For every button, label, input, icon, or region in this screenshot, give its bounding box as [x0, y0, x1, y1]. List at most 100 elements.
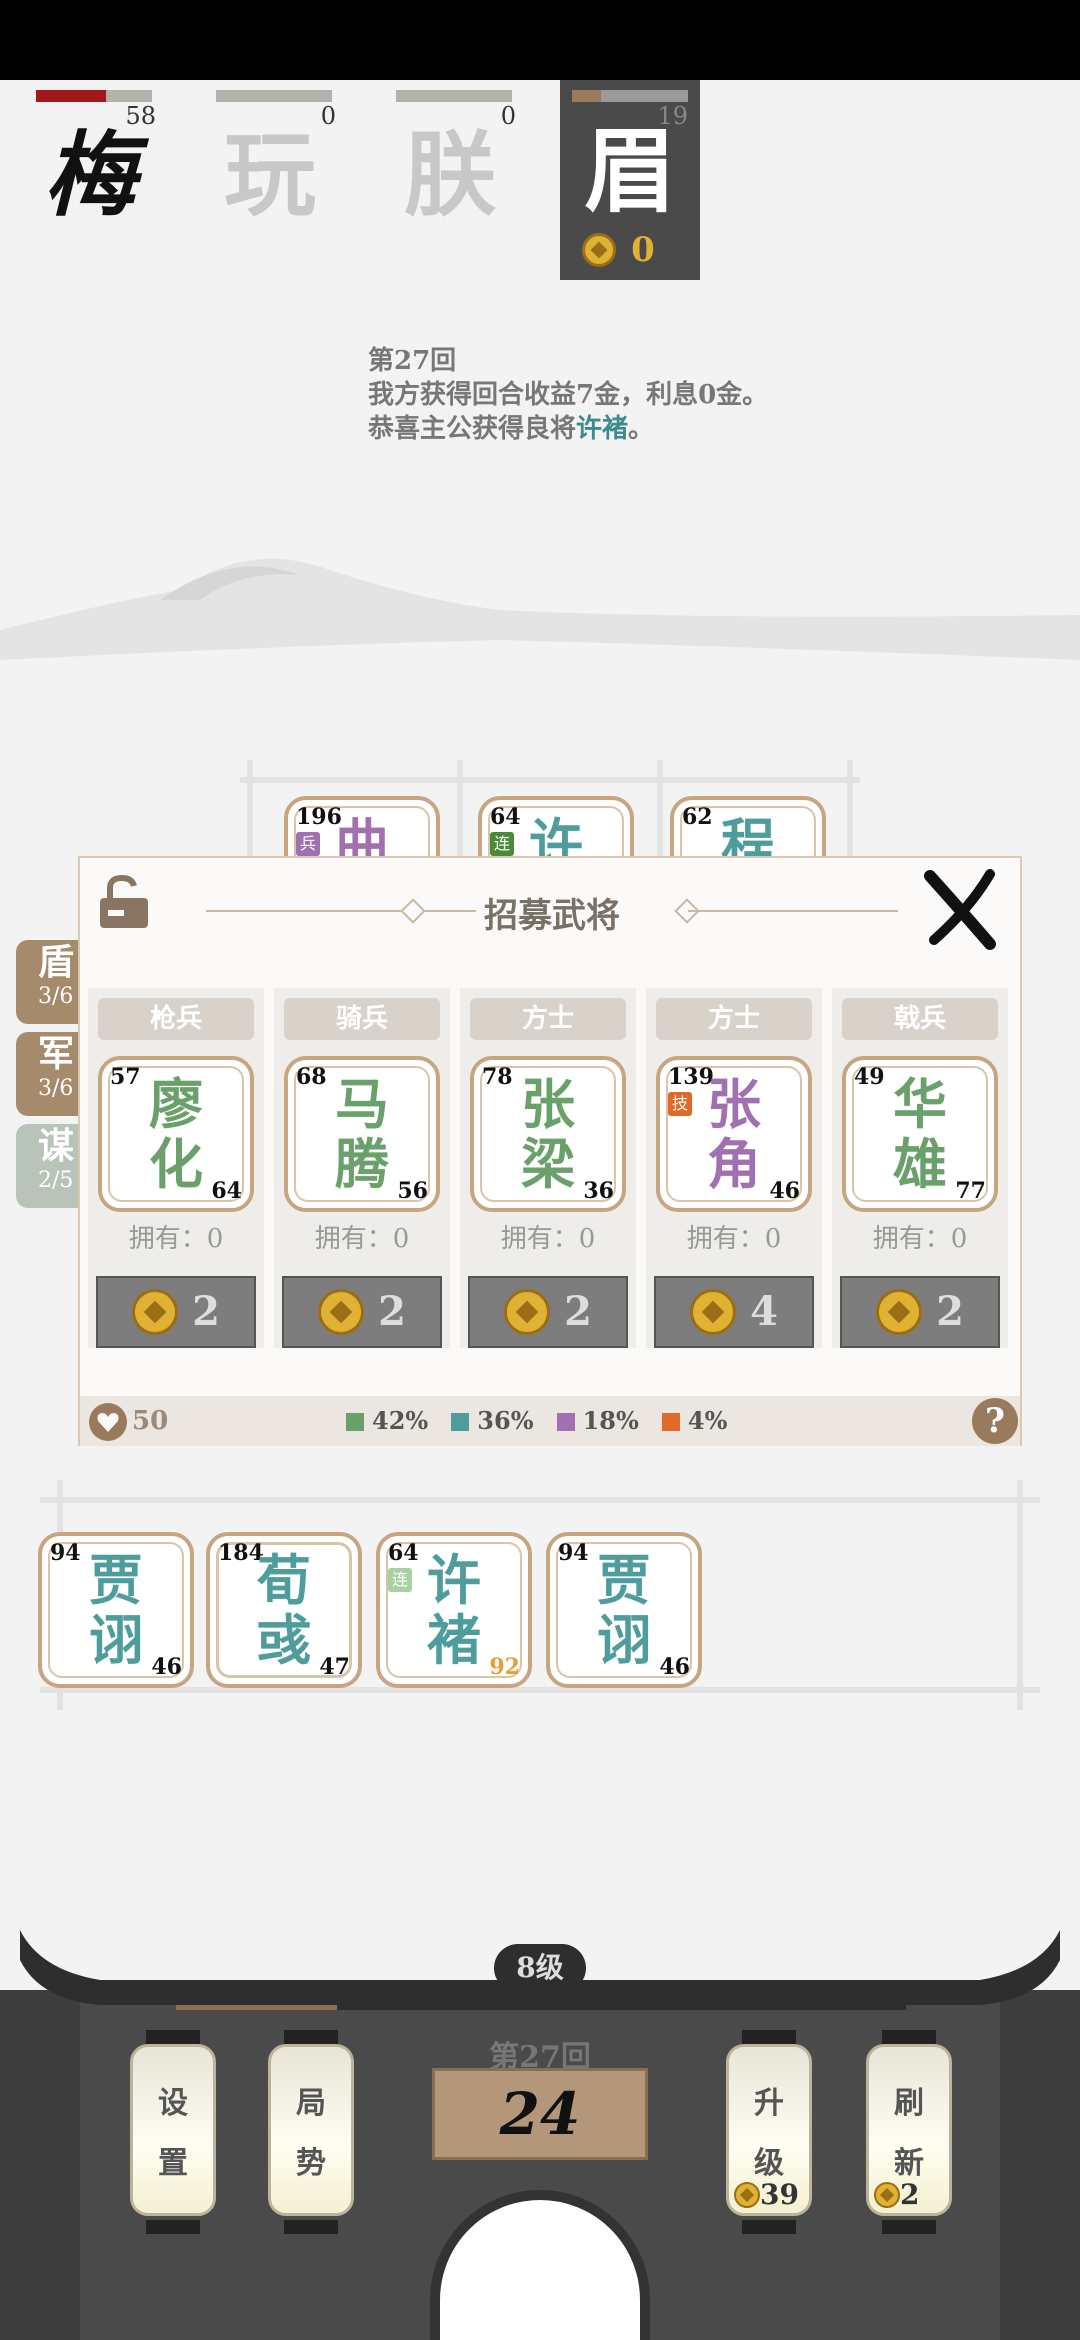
dialog-title: 招募武将: [484, 896, 620, 936]
unit-type-label: 方士: [656, 998, 812, 1040]
refresh-cost: 2: [874, 2176, 919, 2211]
recruit-slot: 骑兵 68 马腾 56 拥有：0 2: [274, 988, 450, 1348]
lantern-cap: [284, 2220, 338, 2234]
player-card-2[interactable]: 0 朕: [370, 80, 530, 280]
unit-type-label: 戟兵: [842, 998, 998, 1040]
recruit-hero-card[interactable]: 78 张梁 36: [470, 1056, 626, 1212]
hero-name: 廖化: [149, 1072, 203, 1196]
hero-hp: 46: [151, 1654, 182, 1680]
unit-type-label: 骑兵: [284, 998, 440, 1040]
button-label: 势: [296, 2146, 326, 2181]
buy-button[interactable]: 4: [654, 1276, 814, 1348]
log-line: 恭喜主公获得良将许褚。: [368, 412, 928, 446]
gold-coin-icon: [690, 1288, 737, 1335]
synergy-count: 2/5: [38, 1168, 74, 1193]
timer-value: 24: [499, 2080, 581, 2148]
button-label: 局: [296, 2086, 326, 2121]
status-bar: [0, 0, 1080, 80]
buy-button[interactable]: 2: [468, 1276, 628, 1348]
synergy-name: 谋: [38, 1125, 75, 1167]
unit-type-label: 枪兵: [98, 998, 254, 1040]
gold-coin-icon: [582, 233, 616, 267]
gold-coin-icon: [874, 2181, 900, 2208]
synergy-tab-strategy[interactable]: 谋 2/5: [16, 1124, 80, 1208]
price: 2: [192, 1288, 220, 1335]
settings-button[interactable]: 设 置: [128, 2030, 218, 2234]
recruit-hero-card[interactable]: 68 马腾 56: [284, 1056, 440, 1212]
recruit-hero-card[interactable]: 139 技 张角 46: [656, 1056, 812, 1212]
synergy-tab-shield[interactable]: 盾 3/6: [16, 940, 80, 1024]
close-icon[interactable]: [920, 868, 1002, 950]
player-card-0[interactable]: 58 梅: [10, 80, 170, 280]
synergy-name: 军: [38, 1033, 75, 1075]
lantern-cap: [284, 2030, 338, 2044]
lantern-cap: [146, 2030, 200, 2044]
bench-hero-card[interactable]: 94 贾诩 46: [546, 1532, 702, 1688]
lantern-cap: [742, 2030, 796, 2044]
hero-name: 华雄: [893, 1072, 947, 1196]
hero-name: 荀彧: [257, 1548, 311, 1672]
price: 2: [378, 1288, 406, 1335]
buy-button[interactable]: 2: [840, 1276, 1000, 1348]
player-card-self[interactable]: 19 眉 0: [560, 80, 700, 280]
owned-count: 拥有：0: [872, 1224, 968, 1254]
hero-hp: 36: [583, 1178, 614, 1204]
recruit-hero-card[interactable]: 57 廖化 64: [98, 1056, 254, 1212]
recruit-slot: 方士 139 技 张角 46 拥有：0 4: [646, 988, 822, 1348]
button-label: 设: [158, 2086, 188, 2121]
odds-tier-3: 18%: [556, 1406, 639, 1435]
gold-coin-icon: [876, 1288, 923, 1335]
battle-log: 第27回 我方获得回合收益7金，利息0金。 恭喜主公获得良将许褚。: [368, 344, 928, 446]
lantern-cap: [146, 2220, 200, 2234]
synergy-name: 盾: [38, 941, 75, 983]
hero-name: 张梁: [521, 1072, 575, 1196]
synergy-tab-army[interactable]: 军 3/6: [16, 1032, 80, 1116]
player-name: 朕: [403, 121, 496, 229]
button-label: 刷: [894, 2086, 924, 2121]
refresh-button[interactable]: 刷 新 2: [864, 2030, 954, 2234]
lantern-cap: [882, 2030, 936, 2044]
heart-icon: [89, 1403, 127, 1441]
hero-hp: 46: [659, 1654, 690, 1680]
log-line: 我方获得回合收益7金，利息0金。: [368, 380, 769, 410]
owned-count: 拥有：0: [128, 1224, 224, 1254]
ink-mountain-decoration: [0, 558, 1080, 660]
player-name: 眉: [583, 117, 676, 225]
bench-hero-card[interactable]: 94 贾诩 46: [38, 1532, 194, 1688]
bench-hero-card[interactable]: 64 连 许褚 92: [376, 1532, 532, 1688]
lantern-body: [130, 2044, 216, 2216]
player-name: 玩: [223, 121, 316, 229]
buy-button[interactable]: 2: [96, 1276, 256, 1348]
help-button[interactable]: ?: [972, 1398, 1018, 1444]
log-hero-name: 许褚: [576, 414, 629, 444]
recruit-hero-card[interactable]: 49 华雄 77: [842, 1056, 998, 1212]
synergy-count: 3/6: [38, 984, 74, 1009]
hero-hp: 64: [211, 1178, 242, 1204]
hearts-count: 50: [132, 1406, 169, 1436]
price: 2: [564, 1288, 592, 1335]
odds-tier-1: 42%: [346, 1406, 428, 1435]
hero-name: 马腾: [335, 1072, 389, 1196]
title-divider: [688, 910, 898, 912]
hp-bar: [216, 90, 332, 102]
hero-name: 贾诩: [89, 1548, 143, 1672]
bench-hero-card[interactable]: 184 荀彧 47: [206, 1532, 362, 1688]
hp-fill: [36, 90, 106, 102]
recruit-slot: 枪兵 57 廖化 64 拥有：0 2: [88, 988, 264, 1348]
hero-hp: 77: [955, 1178, 986, 1204]
recruit-dialog: 招募武将 枪兵 57 廖化 64 拥有：0 2 骑兵 68 马腾 56 拥有：0…: [78, 856, 1022, 1446]
gold-coin-icon: [318, 1288, 365, 1335]
lantern-cap: [742, 2220, 796, 2234]
upgrade-button[interactable]: 升 级 39: [724, 2030, 814, 2234]
gold-coin-icon: [132, 1288, 179, 1335]
gold-value: 0: [631, 230, 655, 270]
situation-button[interactable]: 局 势: [266, 2030, 356, 2234]
odds-tier-2: 36%: [451, 1406, 534, 1435]
player-gold: 0: [582, 230, 682, 270]
hp-bar: [572, 90, 688, 102]
buy-button[interactable]: 2: [282, 1276, 442, 1348]
countdown-timer: 24: [432, 2068, 648, 2160]
player-card-1[interactable]: 0 玩: [190, 80, 350, 280]
log-text: 。: [628, 414, 655, 444]
hero-name: 许褚: [427, 1548, 481, 1672]
